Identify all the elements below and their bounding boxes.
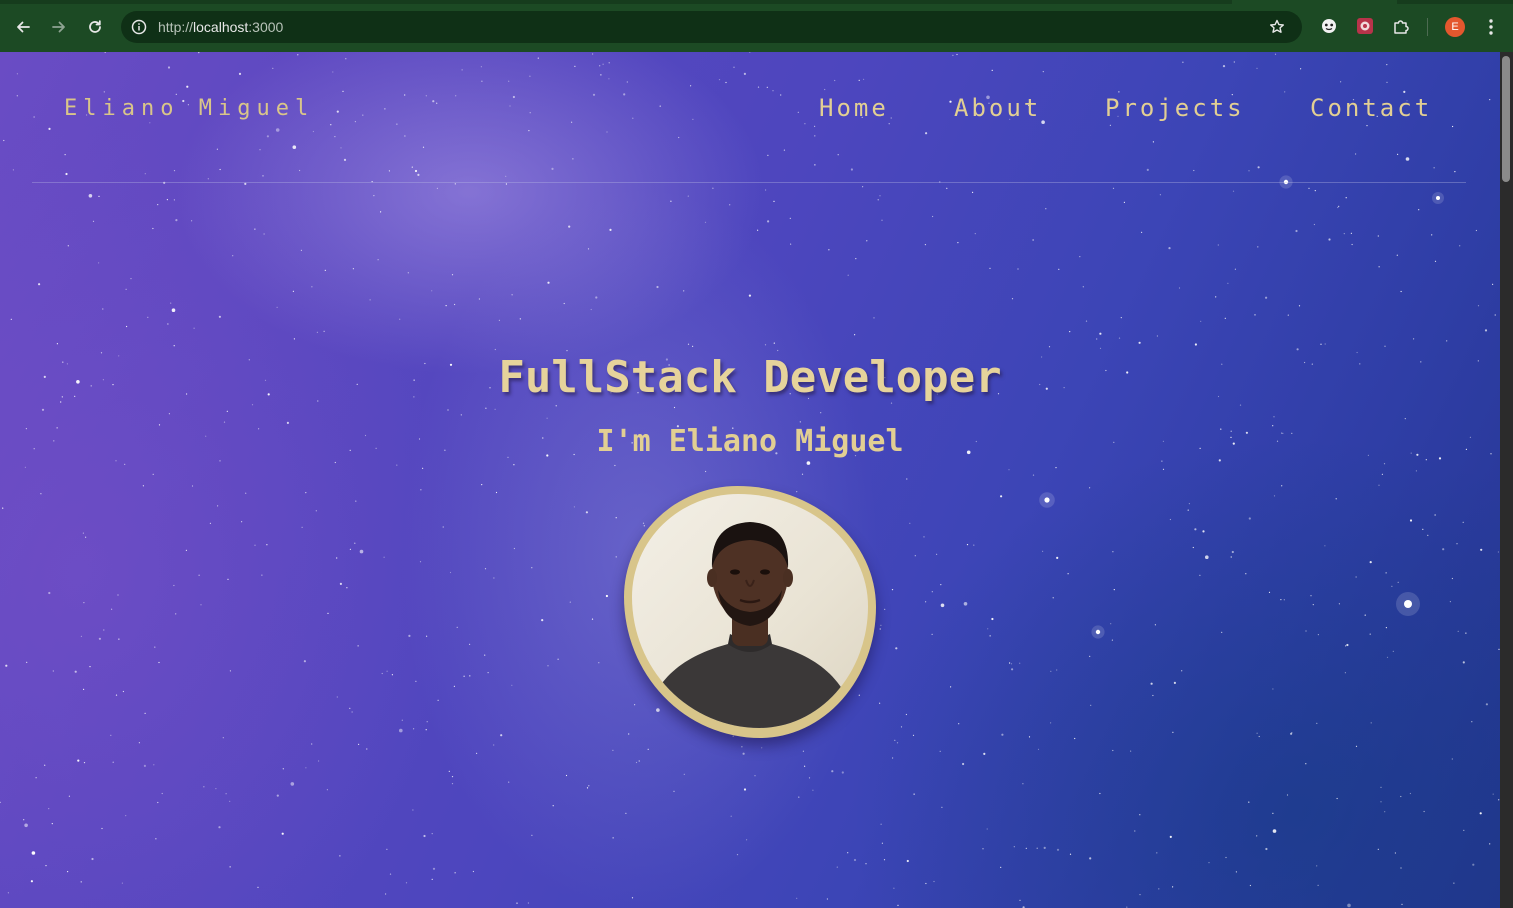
hero-subtitle: I'm Eliano Miguel [596,424,904,459]
profile-avatar[interactable]: E [1445,17,1465,37]
browser-toolbar: http://localhost:3000 E [0,0,1513,52]
tab-edge [1232,0,1397,4]
nav-link-home[interactable]: Home [819,92,889,124]
bookmark-star-icon[interactable] [1268,18,1286,36]
address-bar[interactable]: http://localhost:3000 [121,11,1302,43]
url-scheme: http:// [158,19,194,35]
extensions-puzzle-icon[interactable] [1391,16,1411,36]
back-arrow-icon [17,21,30,33]
site-nav: Home About Projects Contact [0,92,1500,124]
profile-photo [632,494,868,728]
url-port: :3000 [248,19,284,35]
tab-strip [0,0,1513,4]
site-info-icon[interactable] [130,18,148,36]
reload-button[interactable] [81,13,109,41]
nav-link-contact[interactable]: Contact [1310,92,1432,124]
forward-button[interactable] [45,13,73,41]
nav-link-projects[interactable]: Projects [1105,92,1245,124]
starfield-background [0,52,1500,908]
page-viewport: Eliano Miguel Home About Projects Contac… [0,52,1500,908]
extension-mask-icon[interactable] [1319,16,1339,36]
browser-menu-icon[interactable] [1483,17,1499,37]
hero-title: FullStack Developer [498,352,1002,403]
reload-icon [89,20,101,33]
url-host: localhost [193,19,249,35]
scrollbar-thumb[interactable] [1502,56,1510,182]
toolbar-separator [1427,18,1428,36]
nav-link-about[interactable]: About [954,92,1041,124]
extension-bug-icon[interactable] [1355,16,1375,36]
back-button[interactable] [9,13,37,41]
forward-arrow-icon [52,21,65,33]
url-text[interactable]: http://localhost:3000 [158,18,283,36]
header-divider [32,182,1466,183]
person-illustration [642,522,858,728]
